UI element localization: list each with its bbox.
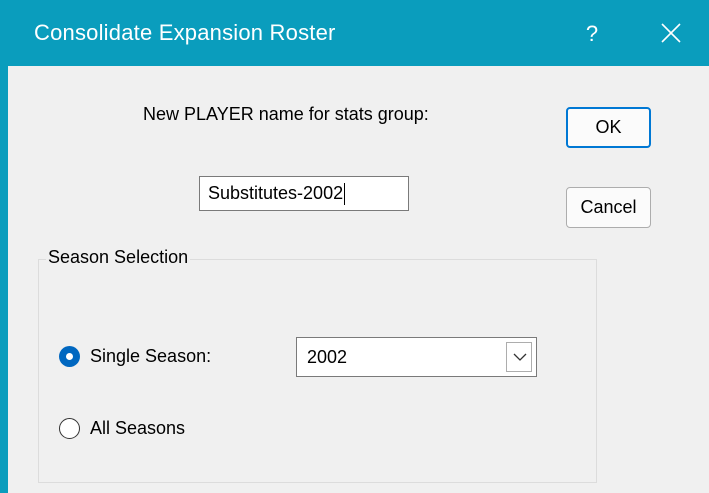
help-button[interactable]: ?: [572, 14, 612, 54]
season-dropdown[interactable]: 2002: [296, 337, 537, 377]
single-season-label[interactable]: Single Season:: [90, 346, 211, 367]
close-icon: [661, 23, 681, 43]
single-season-radio[interactable]: [59, 346, 80, 367]
season-selection-label: Season Selection: [46, 247, 191, 268]
close-button[interactable]: [650, 14, 694, 54]
cancel-button[interactable]: Cancel: [566, 187, 651, 228]
ok-button[interactable]: OK: [566, 107, 651, 148]
player-name-value: Substitutes-2002: [208, 183, 344, 203]
name-prompt-label: New PLAYER name for stats group:: [143, 104, 429, 124]
radio-selected-dot: [66, 353, 73, 360]
window-title: Consolidate Expansion Roster: [34, 20, 336, 45]
text-caret: [344, 183, 346, 206]
title-bar[interactable]: Consolidate Expansion Roster ?: [0, 0, 709, 66]
window-border: [0, 66, 8, 493]
chevron-down-icon: [513, 353, 527, 361]
dropdown-button[interactable]: [506, 342, 532, 372]
help-icon: ?: [585, 21, 599, 46]
all-seasons-label[interactable]: All Seasons: [90, 418, 185, 439]
season-dropdown-value: 2002: [307, 347, 348, 367]
all-seasons-radio[interactable]: [59, 418, 80, 439]
player-name-input[interactable]: Substitutes-2002: [199, 176, 409, 211]
